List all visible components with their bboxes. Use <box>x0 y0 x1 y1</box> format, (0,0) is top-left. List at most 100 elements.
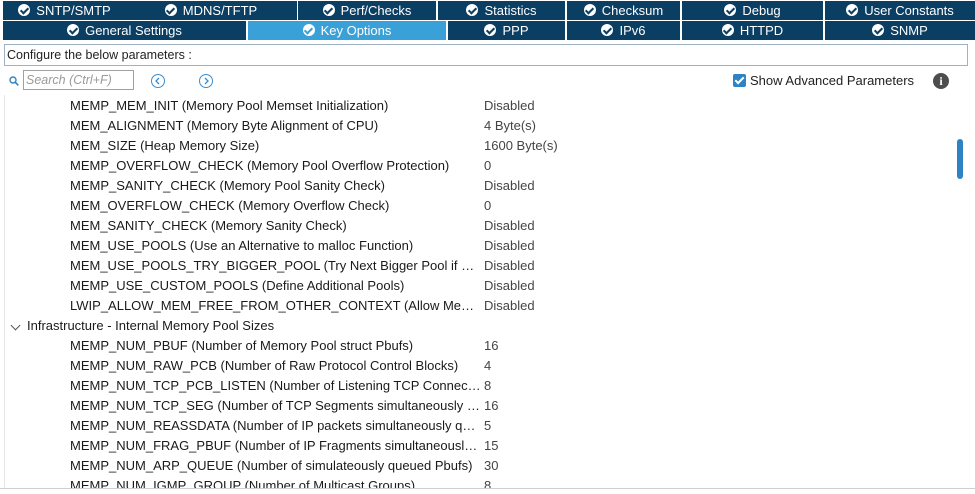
tab-bar: SNTP/SMTP MDNS/TFTP Perf/Checks Statistics C… <box>0 0 975 41</box>
parameter-name: MEMP_NUM_TCP_SEG (Number of TCP Segments… <box>70 398 482 413</box>
tab-label: Debug <box>742 3 781 18</box>
parameter-row[interactable]: MEM_USE_POOLS_TRY_BIGGER_POOL (Try Next … <box>5 256 955 276</box>
parameter-value[interactable]: Disabled <box>484 296 535 316</box>
show-advanced-checkbox[interactable] <box>733 74 746 87</box>
tab-checksum[interactable]: Checksum <box>567 1 680 20</box>
parameter-value[interactable]: Disabled <box>484 236 535 256</box>
parameter-value[interactable]: 0 <box>484 156 491 176</box>
check-circle-icon <box>18 4 31 16</box>
tab-row-bottom: General Settings Key Options PPP IPv6 HTTPD S… <box>0 21 975 41</box>
parameter-value[interactable]: Disabled <box>484 216 535 236</box>
parameter-name: MEM_USE_POOLS_TRY_BIGGER_POOL (Try Next … <box>70 258 482 273</box>
parameter-row[interactable]: MEMP_OVERFLOW_CHECK (Memory Pool Overflo… <box>5 156 955 176</box>
parameter-name: MEMP_NUM_PBUF (Number of Memory Pool str… <box>70 338 414 353</box>
check-circle-icon <box>302 24 315 36</box>
parameter-name: MEMP_NUM_TCP_PCB_LISTEN (Number of Liste… <box>70 378 482 393</box>
next-match-button[interactable] <box>199 74 213 88</box>
parameter-value[interactable]: 30 <box>484 456 498 476</box>
tab-label: General Settings <box>85 23 182 38</box>
parameter-row[interactable]: MEMP_MEM_INIT (Memory Pool Memset Initia… <box>5 96 955 116</box>
tab-snmp[interactable]: SNMP <box>825 21 975 40</box>
parameter-name: MEMP_MEM_INIT (Memory Pool Memset Initia… <box>70 98 389 113</box>
parameter-row[interactable]: MEMP_NUM_TCP_PCB_LISTEN (Number of Liste… <box>5 376 955 396</box>
parameter-row[interactable]: MEMP_USE_CUSTOM_POOLS (Define Additional… <box>5 276 955 296</box>
parameter-value[interactable]: Disabled <box>484 96 535 116</box>
tab-user-constants[interactable]: User Constants <box>825 1 975 20</box>
parameter-value[interactable]: 5 <box>484 416 491 436</box>
check-circle-icon <box>721 24 734 36</box>
parameter-name: MEM_ALIGNMENT (Memory Byte Alignment of … <box>70 118 379 133</box>
tab-debug[interactable]: Debug <box>682 1 823 20</box>
tab-key-options[interactable]: Key Options <box>248 21 446 40</box>
show-advanced-label: Show Advanced Parameters <box>750 73 915 88</box>
check-circle-icon <box>484 24 497 36</box>
parameter-row[interactable]: MEMP_NUM_REASSDATA (Number of IP packets… <box>5 416 955 436</box>
check-circle-icon <box>164 4 177 16</box>
arrow-left-circle-icon <box>155 77 160 85</box>
check-circle-icon <box>872 24 885 36</box>
tab-label: IPv6 <box>619 23 646 38</box>
group-header[interactable]: Infrastructure - Internal Memory Pool Si… <box>5 316 955 336</box>
parameter-row[interactable]: MEMP_NUM_FRAG_PBUF (Number of IP Fragmen… <box>5 436 955 456</box>
tab-ipv6[interactable]: IPv6 <box>567 21 680 40</box>
tab-statistics[interactable]: Statistics <box>438 1 565 20</box>
check-circle-icon <box>583 4 596 16</box>
scrollbar-thumb[interactable] <box>957 139 963 179</box>
tab-label: Perf/Checks <box>340 3 412 18</box>
parameter-row[interactable]: MEMP_NUM_PBUF (Number of Memory Pool str… <box>5 336 955 356</box>
parameter-name: MEMP_NUM_REASSDATA (Number of IP packets… <box>70 418 482 433</box>
parameter-row[interactable]: LWIP_ALLOW_MEM_FREE_FROM_OTHER_CONTEXT (… <box>5 296 955 316</box>
check-circle-icon <box>322 4 335 16</box>
parameter-row[interactable]: MEM_SIZE (Heap Memory Size) 1600 Byte(s) <box>5 136 955 156</box>
bottom-border <box>0 488 975 494</box>
configure-header: Configure the below parameters : <box>4 44 968 66</box>
chevron-down-icon[interactable] <box>10 320 21 331</box>
tab-row-top: SNTP/SMTP MDNS/TFTP Perf/Checks Statistics C… <box>0 1 975 21</box>
parameter-name: MEM_SIZE (Heap Memory Size) <box>70 138 260 153</box>
parameter-name: MEMP_SANITY_CHECK (Memory Pool Sanity Ch… <box>70 178 385 193</box>
tab-label: Statistics <box>484 3 537 18</box>
info-icon[interactable]: i <box>933 73 949 89</box>
parameter-value[interactable]: 4 <box>484 356 491 376</box>
vertical-scrollbar[interactable] <box>957 96 965 488</box>
parameter-row[interactable]: MEM_ALIGNMENT (Memory Byte Alignment of … <box>5 116 955 136</box>
tab-mdns-tftp[interactable]: MDNS/TFTP <box>125 1 297 20</box>
parameter-value[interactable]: 8 <box>484 376 491 396</box>
search-icon[interactable] <box>9 76 19 86</box>
parameter-row[interactable]: MEM_OVERFLOW_CHECK (Memory Overflow Chec… <box>5 196 955 216</box>
parameter-row[interactable]: MEMP_NUM_ARP_QUEUE (Number of simulateou… <box>5 456 955 476</box>
parameter-name: MEMP_NUM_ARP_QUEUE (Number of simulateou… <box>70 458 473 473</box>
parameter-value[interactable]: 15 <box>484 436 498 456</box>
parameter-row[interactable]: MEMP_NUM_TCP_SEG (Number of TCP Segments… <box>5 396 955 416</box>
tab-label: User Constants <box>864 3 954 18</box>
parameter-name: MEMP_NUM_FRAG_PBUF (Number of IP Fragmen… <box>70 438 482 453</box>
parameter-row[interactable]: MEM_USE_POOLS (Use an Alternative to mal… <box>5 236 955 256</box>
parameter-value[interactable]: Disabled <box>484 276 535 296</box>
parameter-row[interactable]: MEMP_NUM_RAW_PCB (Number of Raw Protocol… <box>5 356 955 376</box>
parameter-row[interactable]: MEM_SANITY_CHECK (Memory Sanity Check) Di… <box>5 216 955 236</box>
parameter-value[interactable]: 0 <box>484 196 491 216</box>
parameter-value[interactable]: Disabled <box>484 256 535 276</box>
parameter-list: MEMP_MEM_INIT (Memory Pool Memset Initia… <box>4 95 968 490</box>
parameter-name: MEM_SANITY_CHECK (Memory Sanity Check) <box>70 218 347 233</box>
parameter-name: LWIP_ALLOW_MEM_FREE_FROM_OTHER_CONTEXT (… <box>70 298 482 313</box>
parameter-value[interactable]: 1600 Byte(s) <box>484 136 558 156</box>
check-circle-icon <box>67 24 80 36</box>
parameter-value[interactable]: 16 <box>484 396 498 416</box>
tab-httpd[interactable]: HTTPD <box>682 21 823 40</box>
tab-general-settings[interactable]: General Settings <box>3 21 246 40</box>
search-input[interactable] <box>23 70 134 90</box>
tab-perf-checks[interactable]: Perf/Checks <box>298 1 436 20</box>
parameter-value[interactable]: 4 Byte(s) <box>484 116 536 136</box>
previous-match-button[interactable] <box>151 74 165 88</box>
tab-ppp[interactable]: PPP <box>448 21 565 40</box>
parameter-row[interactable]: MEMP_SANITY_CHECK (Memory Pool Sanity Ch… <box>5 176 955 196</box>
tab-sntp-smtp[interactable]: SNTP/SMTP <box>3 1 126 20</box>
parameter-value[interactable]: 16 <box>484 336 498 356</box>
group-title: Infrastructure - Internal Memory Pool Si… <box>27 318 275 333</box>
parameter-value[interactable]: Disabled <box>484 176 535 196</box>
tab-label: SNTP/SMTP <box>36 3 111 18</box>
check-circle-icon <box>601 24 614 36</box>
tab-label: HTTPD <box>739 23 784 38</box>
parameter-name: MEM_OVERFLOW_CHECK (Memory Overflow Chec… <box>70 198 390 213</box>
